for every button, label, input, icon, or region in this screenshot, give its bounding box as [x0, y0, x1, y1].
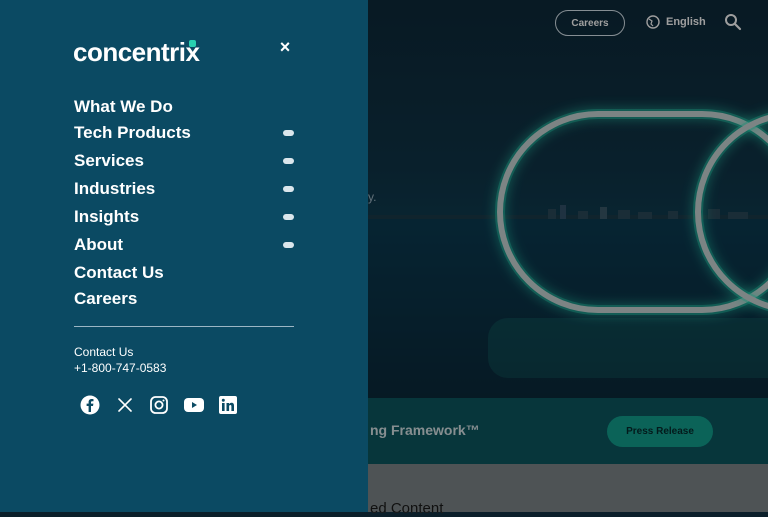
- linkedin-link[interactable]: [217, 394, 239, 416]
- concentrix-logo[interactable]: concentrix: [73, 37, 200, 68]
- nav-item-label: Careers: [74, 289, 138, 308]
- nav-item-label: Services: [74, 151, 144, 170]
- youtube-icon: [184, 398, 204, 412]
- expand-toggle-icon[interactable]: [283, 214, 294, 220]
- side-nav-menu: concentrix × What We Do Tech Products Se…: [0, 0, 368, 512]
- logo-accent-mark: [189, 40, 196, 47]
- nav-item-contact-us[interactable]: Contact Us: [74, 262, 294, 284]
- nav-item-label: Industries: [74, 179, 156, 198]
- nav-item-tech-products[interactable]: Tech Products: [74, 122, 294, 144]
- nav-item-label: About: [74, 235, 124, 254]
- contact-phone-link[interactable]: +1-800-747-0583: [74, 361, 166, 375]
- nav-item-label: Tech Products: [74, 123, 191, 142]
- menu-divider: [74, 326, 294, 327]
- expand-toggle-icon[interactable]: [283, 158, 294, 164]
- nav-item-industries[interactable]: Industries: [74, 178, 294, 200]
- nav-item-what-we-do[interactable]: What We Do: [74, 96, 294, 118]
- linkedin-icon: [219, 396, 237, 414]
- youtube-link[interactable]: [183, 394, 205, 416]
- expand-toggle-icon[interactable]: [283, 242, 294, 248]
- nav-item-label: What We Do: [74, 97, 173, 116]
- nav-item-label: Contact Us: [74, 263, 164, 282]
- nav-item-insights[interactable]: Insights: [74, 206, 294, 228]
- instagram-icon: [150, 396, 168, 414]
- facebook-link[interactable]: [79, 394, 101, 416]
- contact-label: Contact Us: [74, 345, 134, 359]
- expand-toggle-icon[interactable]: [283, 186, 294, 192]
- expand-toggle-icon[interactable]: [283, 130, 294, 136]
- x-icon: [118, 398, 132, 412]
- nav-item-label: Insights: [74, 207, 140, 226]
- nav-item-about[interactable]: About: [74, 234, 294, 256]
- facebook-icon: [80, 395, 100, 415]
- menu-overlay-scrim[interactable]: [368, 0, 768, 512]
- x-link[interactable]: [114, 394, 136, 416]
- close-icon: ×: [279, 37, 291, 57]
- instagram-link[interactable]: [148, 394, 170, 416]
- nav-item-services[interactable]: Services: [74, 150, 294, 172]
- nav-item-careers[interactable]: Careers: [74, 288, 294, 310]
- close-menu-button[interactable]: ×: [276, 38, 294, 56]
